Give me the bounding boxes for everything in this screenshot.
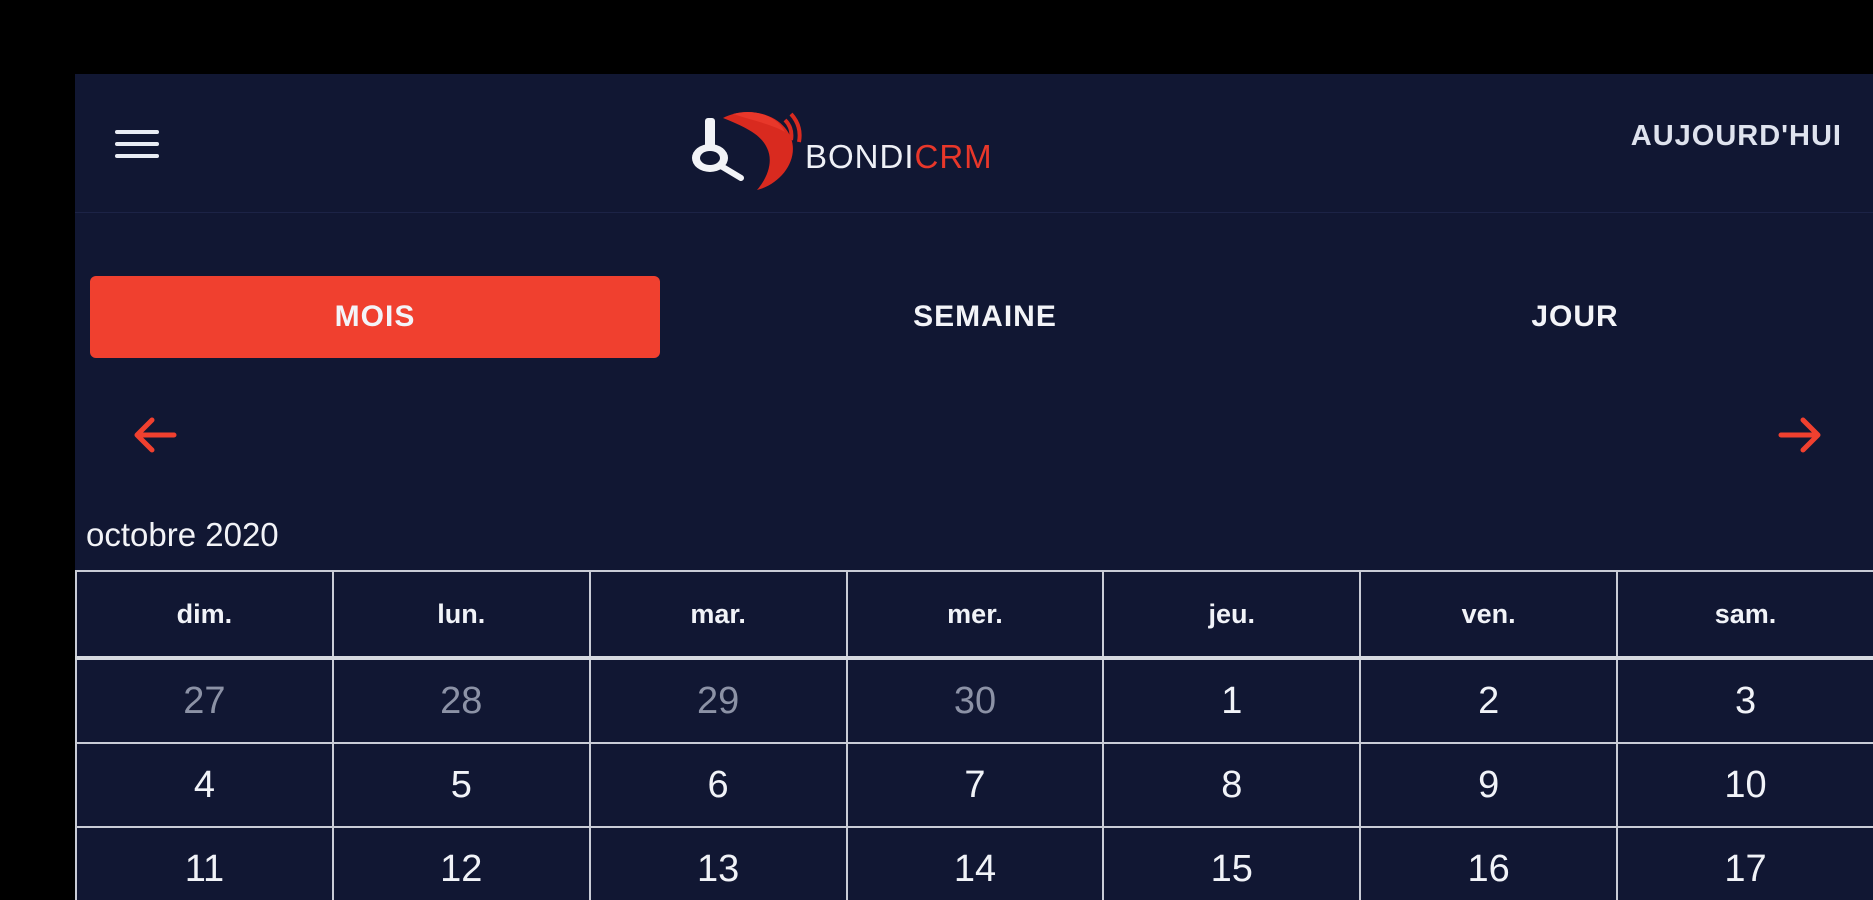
bondicrm-logo: BONDICRM <box>685 98 1045 198</box>
day-cell[interactable]: 15 <box>1102 826 1362 900</box>
day-cell[interactable]: 13 <box>588 826 848 900</box>
day-cell[interactable]: 6 <box>588 742 848 828</box>
weekday-header: jeu. <box>1102 570 1362 660</box>
day-cell[interactable]: 4 <box>75 742 334 828</box>
day-cell[interactable]: 28 <box>331 657 591 744</box>
tab-week[interactable]: SEMAINE <box>690 276 1280 358</box>
day-cell[interactable]: 29 <box>588 657 848 744</box>
week-row: 27 28 29 30 1 2 3 <box>75 657 1873 744</box>
arrow-right-icon[interactable] <box>1775 414 1825 456</box>
today-button[interactable]: AUJOURD'HUI <box>1631 120 1842 153</box>
day-cell[interactable]: 17 <box>1616 826 1873 900</box>
weekday-header-row: dim. lun. mar. mer. jeu. ven. sam. <box>75 570 1873 660</box>
tab-day[interactable]: JOUR <box>1280 276 1870 358</box>
week-row: 11 12 13 14 15 16 17 <box>75 826 1873 900</box>
week-row: 4 5 6 7 8 9 10 <box>75 742 1873 828</box>
day-cell[interactable]: 16 <box>1359 826 1619 900</box>
weekday-header: mer. <box>845 570 1105 660</box>
logo-text-crm: CRM <box>914 138 993 175</box>
logo-text: BONDICRM <box>805 138 993 176</box>
weekday-header: mar. <box>588 570 848 660</box>
weekday-header: lun. <box>331 570 591 660</box>
day-cell[interactable]: 8 <box>1102 742 1362 828</box>
weekday-header: ven. <box>1359 570 1619 660</box>
top-bar: BONDICRM AUJOURD'HUI <box>75 74 1873 213</box>
weekday-header: dim. <box>75 570 334 660</box>
day-cell[interactable]: 7 <box>845 742 1105 828</box>
day-cell[interactable]: 1 <box>1102 657 1362 744</box>
logo-text-bondi: BONDI <box>805 138 915 175</box>
month-title: octobre 2020 <box>86 516 279 553</box>
day-cell[interactable]: 2 <box>1359 657 1619 744</box>
day-cell[interactable]: 27 <box>75 657 334 744</box>
day-cell[interactable]: 30 <box>845 657 1105 744</box>
month-calendar-grid: dim. lun. mar. mer. jeu. ven. sam. 27 28… <box>75 570 1873 900</box>
weekday-header: sam. <box>1616 570 1873 660</box>
day-cell[interactable]: 9 <box>1359 742 1619 828</box>
app-window: BONDICRM AUJOURD'HUI MOIS SEMAINE JOUR o… <box>75 74 1873 900</box>
view-tabs: MOIS SEMAINE JOUR <box>90 276 1870 358</box>
logo-emblem <box>692 112 802 190</box>
day-cell[interactable]: 14 <box>845 826 1105 900</box>
day-cell[interactable]: 11 <box>75 826 334 900</box>
tab-month[interactable]: MOIS <box>90 276 660 358</box>
hamburger-menu-icon[interactable] <box>115 124 159 164</box>
day-cell[interactable]: 12 <box>331 826 591 900</box>
day-cell[interactable]: 5 <box>331 742 591 828</box>
day-cell[interactable]: 3 <box>1616 657 1873 744</box>
arrow-left-icon[interactable] <box>130 414 180 456</box>
day-cell[interactable]: 10 <box>1616 742 1873 828</box>
